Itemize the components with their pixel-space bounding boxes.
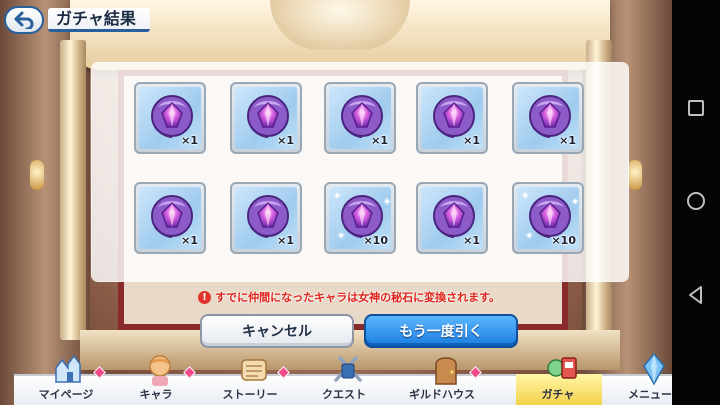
recent-apps-icon[interactable] bbox=[688, 100, 704, 116]
door-icon bbox=[428, 352, 464, 386]
conversion-notice: ! すでに仲間になったキャラは女神の秘石に変換されます。 bbox=[198, 289, 500, 305]
result-item[interactable]: ×1 bbox=[134, 82, 206, 154]
menu-label: クエスト bbox=[322, 388, 366, 401]
notification-badge bbox=[183, 366, 196, 379]
notification-badge bbox=[93, 366, 106, 379]
menu-item[interactable]: ギルドハウス bbox=[398, 357, 486, 405]
item-frame: ×1 bbox=[139, 187, 201, 249]
result-item[interactable]: ×1 bbox=[230, 82, 302, 154]
gacha-icon bbox=[544, 352, 580, 386]
item-quantity: ×1 bbox=[277, 134, 294, 147]
warning-icon: ! bbox=[198, 290, 211, 304]
goddess-stone-icon bbox=[339, 193, 385, 239]
goddess-stone-icon bbox=[149, 193, 195, 239]
menu-item[interactable]: メニュー bbox=[606, 352, 694, 405]
item-frame: ✦ ✦ ✦ ×10 bbox=[329, 187, 391, 249]
back-triangle-icon[interactable] bbox=[685, 284, 707, 306]
menu-label: キャラ bbox=[139, 388, 173, 401]
title-plate: ガチャ結果 bbox=[48, 8, 150, 32]
lamp-icon bbox=[30, 160, 44, 190]
goddess-stone-icon bbox=[149, 93, 195, 139]
sparkle-icon: ✦ bbox=[333, 191, 342, 202]
system-nav-bar bbox=[672, 0, 720, 405]
goddess-stone-icon bbox=[527, 193, 573, 239]
cancel-button[interactable]: キャンセル bbox=[200, 314, 354, 348]
menu-label: ガチャ bbox=[541, 388, 575, 401]
sparkle-icon: ✦ bbox=[525, 231, 534, 242]
result-item[interactable]: ✦ ✦ ✦ ×10 bbox=[324, 182, 396, 254]
item-quantity: ×10 bbox=[363, 234, 388, 247]
scroll-icon bbox=[236, 352, 272, 386]
item-frame: ×1 bbox=[517, 87, 579, 149]
goddess-stone-icon bbox=[245, 93, 291, 139]
notification-badge bbox=[469, 366, 482, 379]
goddess-stone-icon bbox=[527, 93, 573, 139]
left-pillar bbox=[60, 40, 86, 340]
result-item[interactable]: ×1 bbox=[324, 82, 396, 154]
home-icon[interactable] bbox=[687, 192, 705, 210]
bottom-menu: マイページ キャラ ストーリー クエスト ギルドハウス ガチャ メニュー bbox=[0, 352, 672, 405]
result-item[interactable]: ×1 bbox=[134, 182, 206, 254]
draw-again-button[interactable]: もう一度引く bbox=[364, 314, 518, 348]
result-item[interactable]: ×1 bbox=[512, 82, 584, 154]
menu-item[interactable]: クエスト bbox=[300, 356, 388, 405]
swords-icon bbox=[330, 352, 366, 386]
menu-item[interactable]: ガチャ bbox=[514, 357, 602, 405]
castle-icon bbox=[52, 352, 88, 386]
item-quantity: ×1 bbox=[277, 234, 294, 247]
header: ガチャ結果 bbox=[4, 6, 174, 36]
notice-text: すでに仲間になったキャラは女神の秘石に変換されます。 bbox=[215, 291, 501, 304]
item-quantity: ×1 bbox=[371, 134, 388, 147]
item-quantity: ×1 bbox=[181, 234, 198, 247]
menu-item[interactable]: マイページ bbox=[22, 354, 110, 405]
item-frame: ×1 bbox=[421, 187, 483, 249]
page-title: ガチャ結果 bbox=[56, 9, 136, 28]
menu-label: マイページ bbox=[38, 388, 94, 401]
item-frame: ×1 bbox=[139, 87, 201, 149]
menu-label: メニュー bbox=[628, 388, 672, 401]
sparkle-icon: ✦ bbox=[521, 191, 530, 202]
back-button[interactable] bbox=[4, 6, 44, 34]
sparkle-icon: ✦ bbox=[571, 197, 579, 208]
crystal-icon bbox=[636, 352, 672, 386]
result-item[interactable]: ×1 bbox=[416, 182, 488, 254]
item-quantity: ×1 bbox=[463, 234, 480, 247]
back-arrow-icon bbox=[14, 11, 34, 29]
item-quantity: ×10 bbox=[551, 234, 576, 247]
lamp-icon bbox=[628, 160, 642, 190]
item-frame: ×1 bbox=[235, 187, 297, 249]
menu-item[interactable]: ストーリー bbox=[206, 359, 294, 405]
item-quantity: ×1 bbox=[463, 134, 480, 147]
item-frame: ×1 bbox=[235, 87, 297, 149]
item-frame: ×1 bbox=[421, 87, 483, 149]
result-item[interactable]: ✦ ✦ ✦ ×10 bbox=[512, 182, 584, 254]
item-frame: ✦ ✦ ✦ ×10 bbox=[517, 187, 579, 249]
result-item[interactable]: ×1 bbox=[416, 82, 488, 154]
item-frame: ×1 bbox=[329, 87, 391, 149]
menu-label: ギルドハウス bbox=[409, 388, 475, 401]
goddess-stone-icon bbox=[245, 193, 291, 239]
character-icon bbox=[142, 352, 178, 386]
item-quantity: ×1 bbox=[559, 134, 576, 147]
item-quantity: ×1 bbox=[181, 134, 198, 147]
sparkle-icon: ✦ bbox=[383, 197, 391, 208]
gacha-result-panel: ×1 ×1 ×1 ×1 ×1 ×1 ×1 ✦ ✦ ✦ ×10 ×1 ✦ ✦ ✦ … bbox=[92, 63, 628, 281]
result-item[interactable]: ×1 bbox=[230, 182, 302, 254]
goddess-stone-icon bbox=[431, 93, 477, 139]
goddess-stone-icon bbox=[339, 93, 385, 139]
sparkle-icon: ✦ bbox=[337, 231, 346, 242]
menu-item[interactable]: キャラ bbox=[112, 355, 200, 405]
menu-label: ストーリー bbox=[222, 388, 278, 401]
notification-badge bbox=[277, 366, 290, 379]
goddess-stone-icon bbox=[431, 193, 477, 239]
